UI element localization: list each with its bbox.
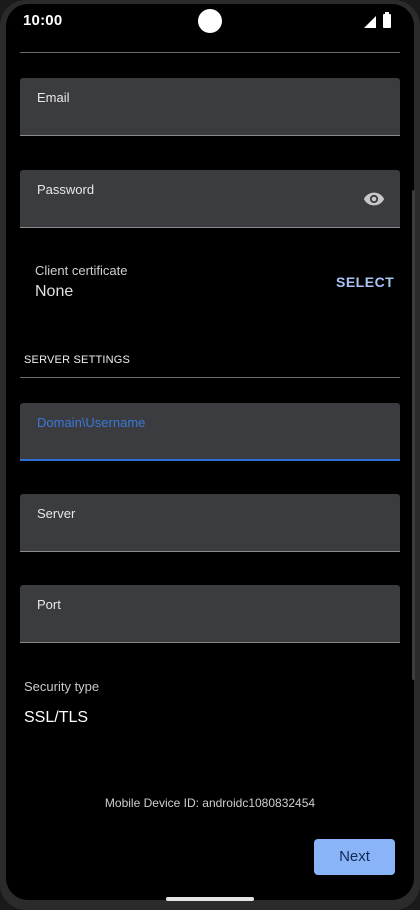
email-field[interactable]: Email [20, 78, 400, 136]
battery-icon [383, 12, 391, 28]
status-bar: 10:00 [6, 4, 414, 44]
security-type-label: Security type [24, 679, 100, 694]
domain-username-label: Domain\Username [37, 415, 146, 430]
email-label: Email [37, 90, 70, 105]
camera-cutout [198, 9, 222, 33]
screen: 10:00 Email Password Client certificate … [6, 4, 414, 900]
password-field[interactable]: Password [20, 170, 400, 228]
server-field[interactable]: Server [20, 494, 400, 552]
security-type-selector[interactable]: SSL/TLS [24, 709, 88, 727]
select-certificate-button[interactable]: SELECT [336, 274, 394, 290]
port-field[interactable]: Port [20, 585, 400, 643]
next-button[interactable]: Next [314, 839, 395, 875]
server-settings-divider [20, 377, 400, 378]
device-frame: 10:00 Email Password Client certificate … [0, 0, 420, 910]
scrollbar[interactable] [412, 190, 415, 680]
status-clock: 10:00 [23, 12, 63, 29]
device-id-text: Mobile Device ID: androidc1080832454 [104, 796, 316, 810]
server-settings-header: SERVER SETTINGS [24, 354, 131, 366]
signal-icon [364, 16, 376, 28]
server-label: Server [37, 506, 76, 521]
client-certificate-value: None [35, 283, 74, 300]
client-certificate-label: Client certificate [35, 263, 128, 278]
navigation-handle[interactable] [166, 897, 254, 901]
password-label: Password [37, 182, 95, 197]
top-divider [20, 52, 400, 53]
domain-username-field[interactable]: Domain\Username [20, 403, 400, 461]
eye-icon[interactable] [362, 188, 386, 210]
port-label: Port [37, 597, 61, 612]
